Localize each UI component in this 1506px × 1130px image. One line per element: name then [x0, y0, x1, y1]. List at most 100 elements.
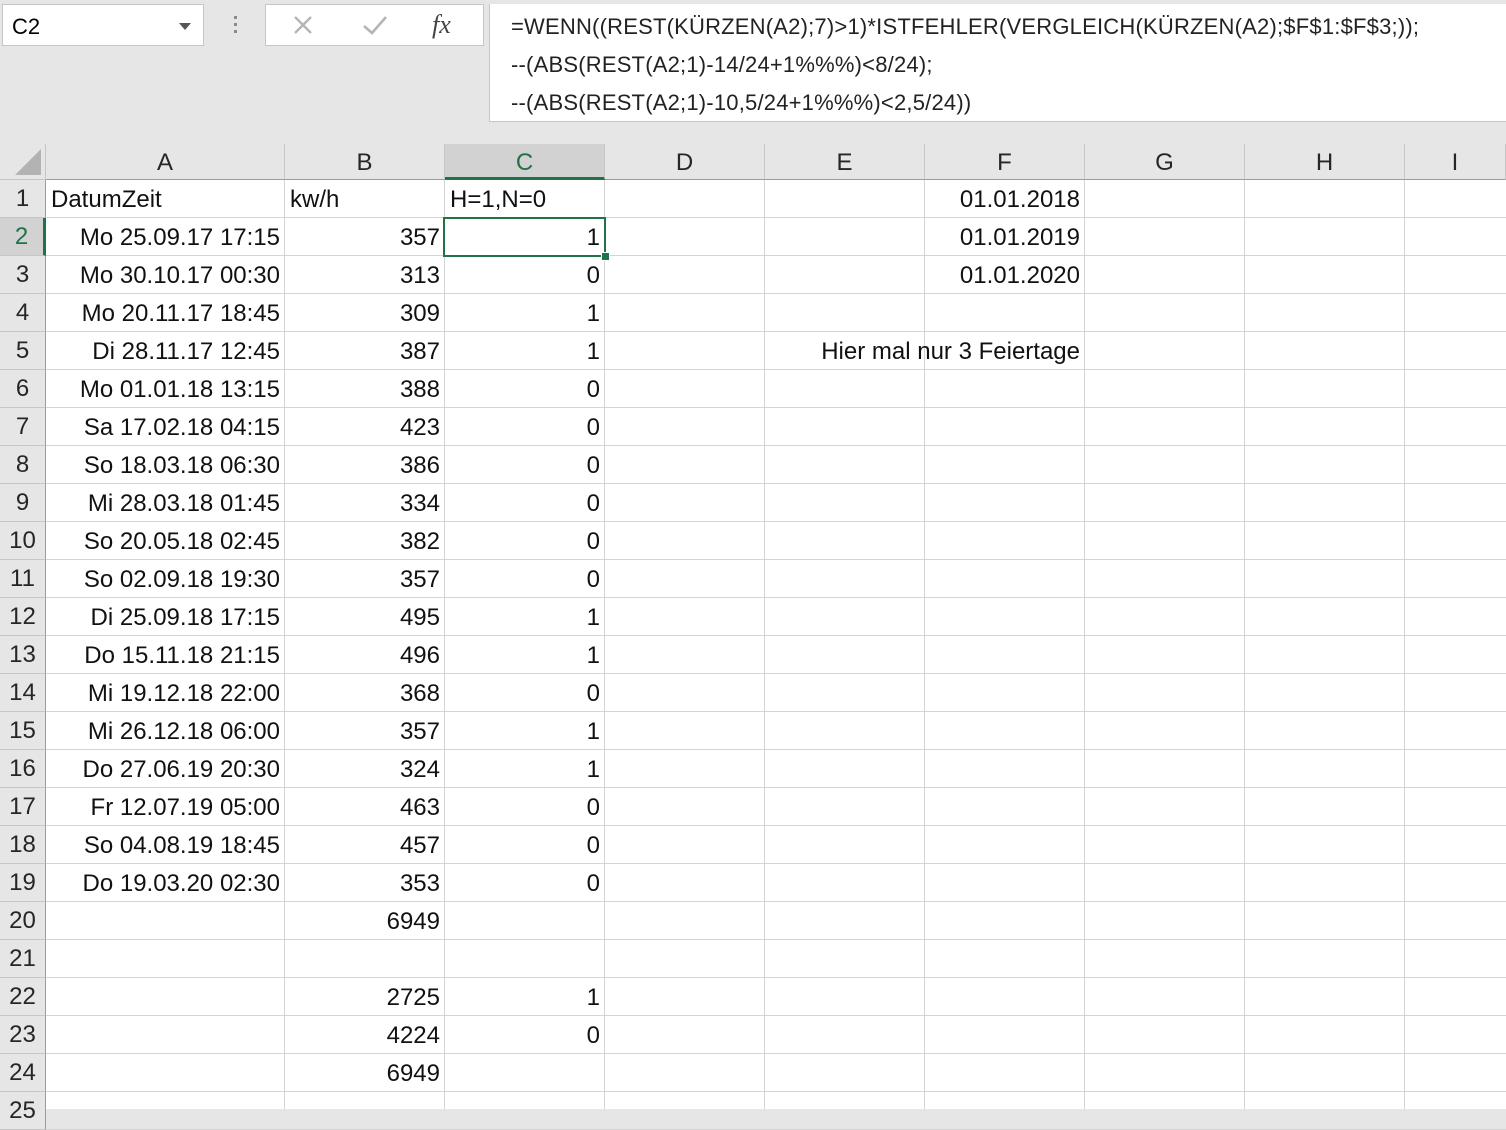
row-header-20[interactable]: 20: [0, 902, 46, 940]
cell-c7[interactable]: 0: [445, 408, 605, 446]
cell-b8[interactable]: 386: [285, 446, 445, 484]
row-header-1[interactable]: 1: [0, 180, 46, 218]
row-header-2[interactable]: 2: [0, 218, 46, 256]
column-header-i[interactable]: I: [1405, 144, 1506, 180]
column-header-e[interactable]: E: [765, 144, 925, 180]
cell-b5[interactable]: 387: [285, 332, 445, 370]
row-header-8[interactable]: 8: [0, 446, 46, 484]
cell-b4[interactable]: 309: [285, 294, 445, 332]
cell-a12[interactable]: Di 25.09.18 17:15: [46, 598, 285, 636]
cell-b17[interactable]: 463: [285, 788, 445, 826]
cell-f2[interactable]: 01.01.2019: [925, 218, 1085, 256]
cell-a16[interactable]: Do 27.06.19 20:30: [46, 750, 285, 788]
cell-b19[interactable]: 353: [285, 864, 445, 902]
row-header-24[interactable]: 24: [0, 1054, 46, 1092]
cell-c12[interactable]: 1: [445, 598, 605, 636]
cell-c22[interactable]: 1: [445, 978, 605, 1016]
cell-c17[interactable]: 0: [445, 788, 605, 826]
row-header-17[interactable]: 17: [0, 788, 46, 826]
cell-b18[interactable]: 457: [285, 826, 445, 864]
cell-a5[interactable]: Di 28.11.17 12:45: [46, 332, 285, 370]
column-header-h[interactable]: H: [1245, 144, 1405, 180]
row-header-7[interactable]: 7: [0, 408, 46, 446]
cell-c13[interactable]: 1: [445, 636, 605, 674]
cell-f3[interactable]: 01.01.2020: [925, 256, 1085, 294]
cell-b9[interactable]: 334: [285, 484, 445, 522]
row-header-16[interactable]: 16: [0, 750, 46, 788]
cell-f1[interactable]: 01.01.2018: [925, 180, 1085, 218]
cell-c6[interactable]: 0: [445, 370, 605, 408]
fill-handle[interactable]: [601, 252, 610, 261]
cell-a14[interactable]: Mi 19.12.18 22:00: [46, 674, 285, 712]
cell-b2[interactable]: 357: [285, 218, 445, 256]
row-header-21[interactable]: 21: [0, 940, 46, 978]
cell-b10[interactable]: 382: [285, 522, 445, 560]
cell-a19[interactable]: Do 19.03.20 02:30: [46, 864, 285, 902]
cell-c5[interactable]: 1: [445, 332, 605, 370]
name-box[interactable]: C2: [2, 4, 204, 46]
cell-b15[interactable]: 357: [285, 712, 445, 750]
cell-c23[interactable]: 0: [445, 1016, 605, 1054]
cell-c15[interactable]: 1: [445, 712, 605, 750]
row-header-5[interactable]: 5: [0, 332, 46, 370]
row-header-13[interactable]: 13: [0, 636, 46, 674]
row-header-10[interactable]: 10: [0, 522, 46, 560]
cell-c19[interactable]: 0: [445, 864, 605, 902]
cell-a3[interactable]: Mo 30.10.17 00:30: [46, 256, 285, 294]
row-header-25[interactable]: 25: [0, 1092, 46, 1130]
column-header-a[interactable]: A: [46, 144, 285, 180]
cell-a1[interactable]: DatumZeit: [46, 180, 285, 218]
cell-a6[interactable]: Mo 01.01.18 13:15: [46, 370, 285, 408]
row-header-3[interactable]: 3: [0, 256, 46, 294]
cell-c3[interactable]: 0: [445, 256, 605, 294]
cell-a7[interactable]: Sa 17.02.18 04:15: [46, 408, 285, 446]
row-header-23[interactable]: 23: [0, 1016, 46, 1054]
cell-b7[interactable]: 423: [285, 408, 445, 446]
cell-c8[interactable]: 0: [445, 446, 605, 484]
cell-c10[interactable]: 0: [445, 522, 605, 560]
cell-b13[interactable]: 496: [285, 636, 445, 674]
cell-a2[interactable]: Mo 25.09.17 17:15: [46, 218, 285, 256]
cell-a4[interactable]: Mo 20.11.17 18:45: [46, 294, 285, 332]
column-header-g[interactable]: G: [1085, 144, 1245, 180]
row-header-12[interactable]: 12: [0, 598, 46, 636]
chevron-down-icon[interactable]: [179, 23, 191, 30]
cell-b22[interactable]: 2725: [285, 978, 445, 1016]
cell-b16[interactable]: 324: [285, 750, 445, 788]
row-header-11[interactable]: 11: [0, 560, 46, 598]
enter-button[interactable]: [350, 5, 400, 45]
cell-f5[interactable]: Hier mal nur 3 Feiertage: [765, 332, 1085, 370]
cell-b6[interactable]: 388: [285, 370, 445, 408]
cell-c4[interactable]: 1: [445, 294, 605, 332]
cell-b12[interactable]: 495: [285, 598, 445, 636]
cell-b24[interactable]: 6949: [285, 1054, 445, 1092]
column-header-d[interactable]: D: [605, 144, 765, 180]
cell-c9[interactable]: 0: [445, 484, 605, 522]
cell-b1[interactable]: kw/h: [285, 180, 445, 218]
cell-a13[interactable]: Do 15.11.18 21:15: [46, 636, 285, 674]
row-header-14[interactable]: 14: [0, 674, 46, 712]
row-header-19[interactable]: 19: [0, 864, 46, 902]
cell-b14[interactable]: 368: [285, 674, 445, 712]
cell-a18[interactable]: So 04.08.19 18:45: [46, 826, 285, 864]
row-header-9[interactable]: 9: [0, 484, 46, 522]
cell-a9[interactable]: Mi 28.03.18 01:45: [46, 484, 285, 522]
cell-c16[interactable]: 1: [445, 750, 605, 788]
row-header-18[interactable]: 18: [0, 826, 46, 864]
cancel-button[interactable]: [278, 5, 328, 45]
cell-a10[interactable]: So 20.05.18 02:45: [46, 522, 285, 560]
cell-a11[interactable]: So 02.09.18 19:30: [46, 560, 285, 598]
cell-c11[interactable]: 0: [445, 560, 605, 598]
cell-b23[interactable]: 4224: [285, 1016, 445, 1054]
cell-b11[interactable]: 357: [285, 560, 445, 598]
column-header-b[interactable]: B: [285, 144, 445, 180]
cell-a8[interactable]: So 18.03.18 06:30: [46, 446, 285, 484]
row-header-4[interactable]: 4: [0, 294, 46, 332]
row-header-22[interactable]: 22: [0, 978, 46, 1016]
cell-area[interactable]: DatumZeit kw/h H=1,N=0 01.01.2018 Mo 25.09.1…: [46, 180, 1506, 1130]
cell-b20[interactable]: 6949: [285, 902, 445, 940]
cell-a15[interactable]: Mi 26.12.18 06:00: [46, 712, 285, 750]
insert-function-button[interactable]: fx: [422, 5, 472, 45]
cell-c1[interactable]: H=1,N=0: [445, 180, 605, 218]
cell-b3[interactable]: 313: [285, 256, 445, 294]
